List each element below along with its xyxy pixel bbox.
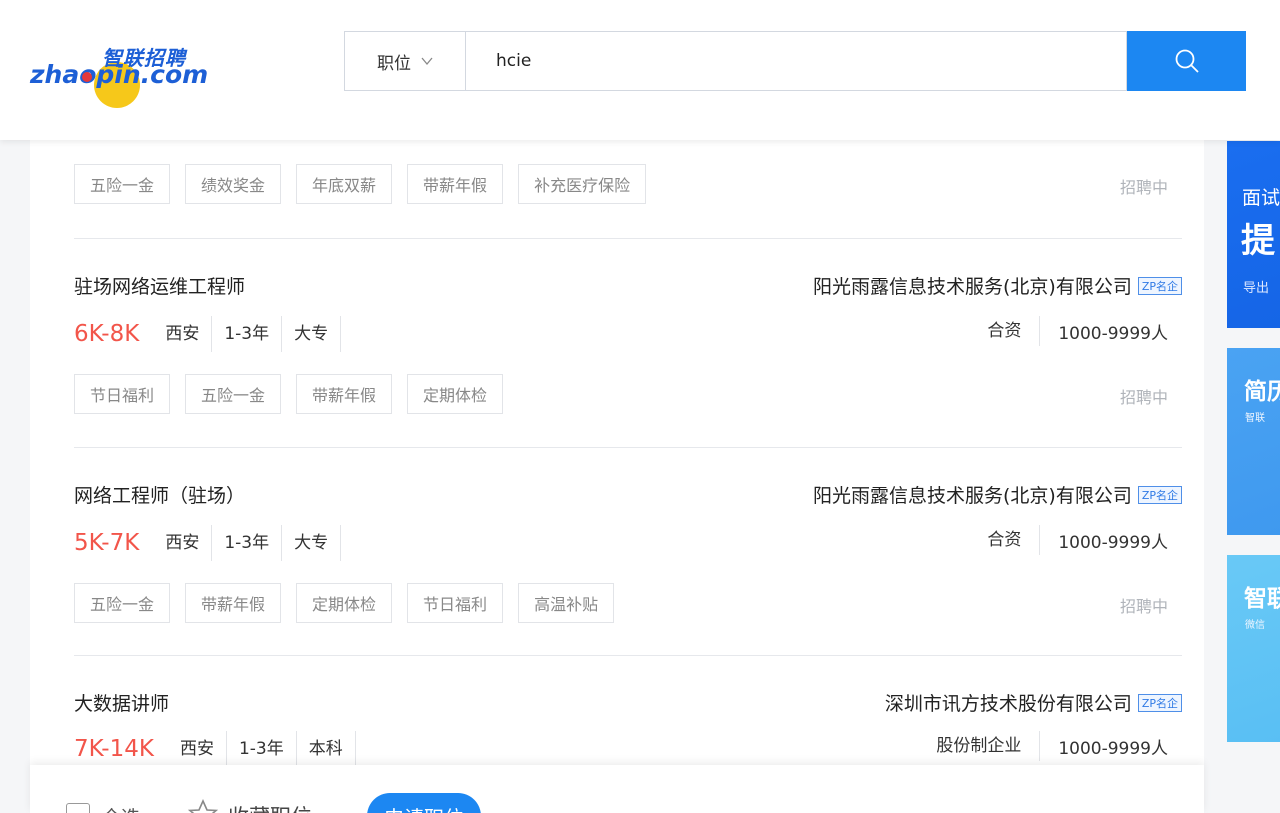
welfare-tag: 绩效奖金	[185, 164, 282, 204]
search-input-value: hcie	[496, 51, 532, 71]
company-name[interactable]: 阳光雨露信息技术服务(北京)有限公司 ZP名企	[813, 272, 1182, 299]
zhaopin-logo[interactable]: 智联招聘 zhaopin.com	[30, 42, 220, 108]
job-city: 西安	[151, 525, 213, 561]
job-city: 西安	[166, 731, 227, 767]
side-ad-wechat[interactable]: 智联 微信	[1227, 555, 1280, 742]
salary: 7K-14K	[74, 736, 154, 762]
divider	[74, 655, 1182, 656]
welfare-tags: 节日福利 五险一金 带薪年假 定期体检	[74, 374, 518, 414]
search-input[interactable]: hcie	[465, 31, 1127, 91]
welfare-tag: 带薪年假	[185, 583, 282, 623]
company-name[interactable]: 深圳市讯方技术股份有限公司 ZP名企	[885, 689, 1182, 716]
search-button[interactable]	[1127, 31, 1246, 91]
side-ad-interview[interactable]: 面试 提 导出	[1227, 141, 1280, 328]
select-all-label[interactable]: 全选	[102, 803, 140, 813]
apply-job-button[interactable]: 申请职位	[367, 793, 481, 813]
logo-en-text: zhaopin.com	[30, 60, 209, 89]
job-list: 五险一金 绩效奖金 年底双薪 带薪年假 补充医疗保险 招聘中 驻场网络运维工程师…	[30, 140, 1204, 813]
job-card[interactable]: 五险一金 绩效奖金 年底双薪 带薪年假 补充医疗保险 招聘中	[74, 164, 1182, 208]
company-size: 1000-9999人	[1058, 738, 1168, 759]
zp-badge: ZP名企	[1137, 485, 1182, 504]
company-size: 1000-9999人	[1058, 532, 1168, 553]
welfare-tags: 五险一金 绩效奖金 年底双薪 带薪年假 补充医疗保险	[74, 164, 661, 204]
job-education: 大专	[282, 316, 342, 352]
welfare-tag: 五险一金	[74, 164, 171, 204]
job-info: 5K-7K 西安 1-3年 大专	[74, 525, 342, 561]
welfare-tag: 定期体检	[296, 583, 393, 623]
top-header: 智联招聘 zhaopin.com 职位 hcie	[0, 0, 1280, 140]
job-city: 西安	[151, 316, 213, 352]
welfare-tag: 带薪年假	[407, 164, 504, 204]
welfare-tag: 节日福利	[407, 583, 504, 623]
welfare-tag: 五险一金	[74, 583, 171, 623]
welfare-tag: 节日福利	[74, 374, 171, 414]
job-title[interactable]: 大数据讲师	[74, 689, 169, 716]
company-size: 1000-9999人	[1058, 323, 1168, 344]
search-icon	[1175, 49, 1199, 73]
job-info: 6K-8K 西安 1-3年 大专	[74, 316, 342, 352]
ad-subtitle: 智联	[1245, 413, 1265, 424]
search-type-select[interactable]: 职位	[344, 31, 465, 91]
bottom-action-bar: 全选 收藏职位 申请职位	[30, 765, 1204, 813]
ad-line: 面试	[1242, 187, 1280, 209]
job-info: 7K-14K 西安 1-3年 本科	[74, 731, 356, 767]
job-experience: 1-3年	[227, 731, 297, 767]
star-icon[interactable]	[188, 799, 218, 813]
company-name-text: 深圳市讯方技术股份有限公司	[884, 693, 1132, 715]
job-education: 本科	[297, 731, 356, 767]
recruiting-status: 招聘中	[1119, 597, 1168, 616]
ad-headline: 提	[1241, 221, 1275, 261]
ad-subtitle: 微信	[1245, 620, 1265, 631]
company-name-text: 阳光雨露信息技术服务(北京)有限公司	[813, 485, 1132, 507]
ad-title: 简历	[1244, 379, 1280, 405]
divider	[74, 238, 1182, 239]
select-all-checkbox[interactable]	[66, 803, 90, 813]
welfare-tag: 补充医疗保险	[518, 164, 647, 204]
company-type: 股份制企业	[936, 731, 1041, 761]
salary: 6K-8K	[74, 321, 140, 347]
search-bar: 职位 hcie	[344, 31, 1246, 91]
zp-badge: ZP名企	[1137, 276, 1182, 295]
welfare-tag: 高温补贴	[518, 583, 615, 623]
favorite-job-button[interactable]: 收藏职位	[228, 801, 312, 813]
search-type-label: 职位	[377, 53, 411, 74]
welfare-tags: 五险一金 带薪年假 定期体检 节日福利 高温补贴	[74, 583, 629, 623]
divider	[74, 447, 1182, 448]
company-meta: 合资 1000-9999人	[987, 525, 1168, 555]
recruiting-status: 招聘中	[1119, 178, 1168, 197]
chevron-down-icon	[421, 57, 433, 66]
ad-title: 智联	[1244, 586, 1280, 612]
job-card[interactable]: 网络工程师（驻场） 阳光雨露信息技术服务(北京)有限公司 ZP名企 5K-7K …	[74, 481, 1182, 631]
welfare-tag: 五险一金	[185, 374, 282, 414]
job-title[interactable]: 网络工程师（驻场）	[74, 481, 245, 508]
logo-red-dot	[82, 72, 92, 82]
job-card[interactable]: 大数据讲师 深圳市讯方技术股份有限公司 ZP名企 7K-14K 西安 1-3年 …	[74, 689, 1182, 769]
welfare-tag: 定期体检	[407, 374, 504, 414]
company-meta: 合资 1000-9999人	[987, 316, 1168, 346]
welfare-tag: 年底双薪	[296, 164, 393, 204]
ad-subline: 导出	[1243, 281, 1270, 296]
salary: 5K-7K	[74, 530, 140, 556]
company-name-text: 阳光雨露信息技术服务(北京)有限公司	[813, 276, 1132, 298]
recruiting-status: 招聘中	[1119, 388, 1168, 407]
side-ad-resume[interactable]: 简历 智联	[1227, 348, 1280, 535]
job-title[interactable]: 驻场网络运维工程师	[74, 272, 245, 299]
zp-badge: ZP名企	[1137, 693, 1182, 712]
job-experience: 1-3年	[212, 316, 283, 352]
company-type: 合资	[987, 525, 1041, 555]
company-meta: 股份制企业 1000-9999人	[936, 731, 1168, 761]
welfare-tag: 带薪年假	[296, 374, 393, 414]
job-education: 大专	[282, 525, 342, 561]
company-name[interactable]: 阳光雨露信息技术服务(北京)有限公司 ZP名企	[813, 481, 1182, 508]
company-type: 合资	[987, 316, 1041, 346]
job-experience: 1-3年	[212, 525, 283, 561]
job-card[interactable]: 驻场网络运维工程师 阳光雨露信息技术服务(北京)有限公司 ZP名企 6K-8K …	[74, 272, 1182, 422]
